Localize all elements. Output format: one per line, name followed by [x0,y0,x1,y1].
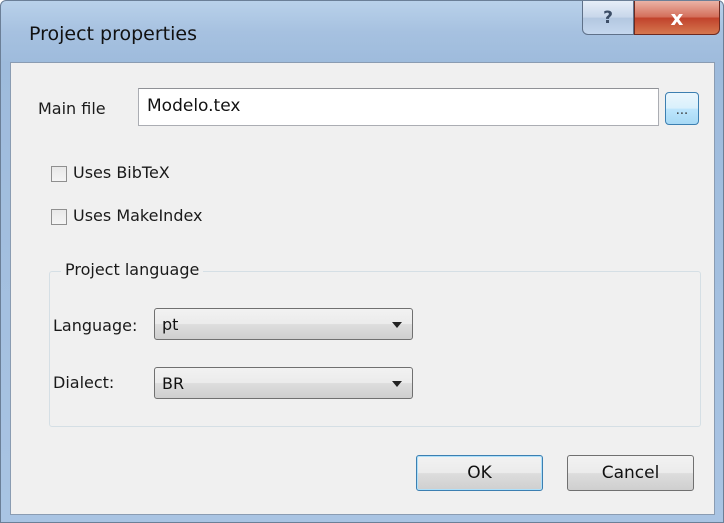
language-label: Language: [53,316,138,335]
dialect-select[interactable]: BR [154,367,413,399]
project-language-group [49,271,701,427]
language-select[interactable]: pt [154,308,413,340]
chevron-down-icon [392,381,402,387]
project-properties-dialog: Project properties ? x Main file Modelo.… [0,0,724,523]
chevron-down-icon [392,322,402,328]
close-icon: x [670,5,684,30]
close-button[interactable]: x [634,1,720,35]
uses-bibtex-label[interactable]: Uses BibTeX [73,163,170,182]
dialect-label: Dialect: [53,373,115,392]
dialog-body: Main file Modelo.tex ... Uses BibTeX Use… [10,62,715,515]
main-file-label: Main file [38,99,106,118]
dialog-title: Project properties [29,23,198,45]
ellipsis-icon: ... [675,103,689,118]
title-bar[interactable]: Project properties ? x [1,1,723,61]
language-select-value: pt [162,315,179,334]
browse-button[interactable]: ... [665,92,699,125]
main-file-input[interactable]: Modelo.tex [138,88,659,126]
uses-bibtex-checkbox[interactable] [51,166,67,182]
dialect-select-value: BR [162,374,185,393]
uses-makeindex-label[interactable]: Uses MakeIndex [73,206,203,225]
ok-button[interactable]: OK [416,455,543,491]
help-button[interactable]: ? [582,1,634,35]
help-icon: ? [603,7,613,28]
cancel-button[interactable]: Cancel [567,455,694,491]
project-language-group-label: Project language [61,260,204,279]
uses-makeindex-checkbox[interactable] [51,209,67,225]
